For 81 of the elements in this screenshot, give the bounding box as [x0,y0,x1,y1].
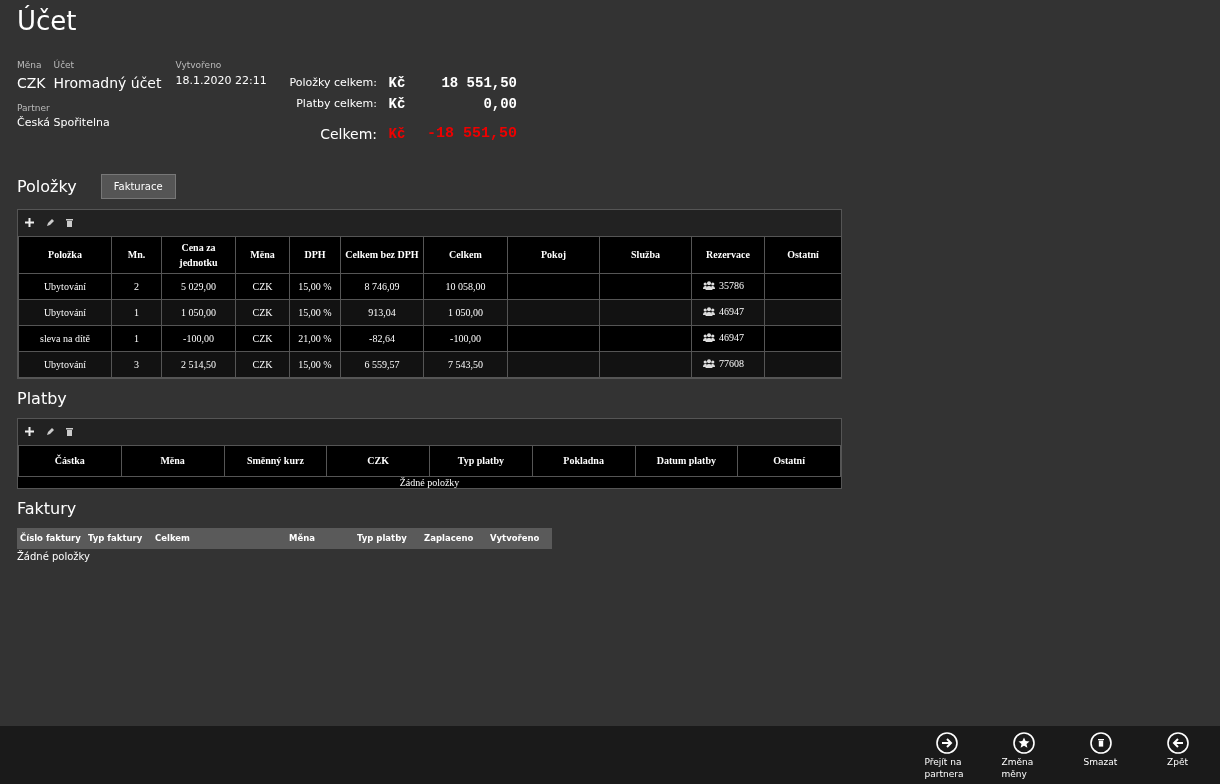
table-cell: 6 559,57 [340,351,424,378]
column-header: Mn. [111,236,162,274]
table-cell: sleva na dítě [18,325,112,352]
add-icon [25,218,34,228]
pencil-icon [46,427,54,436]
table-cell: Ubytování [18,273,112,300]
column-header: Položka [18,236,112,274]
empty-message: Žádné položky [399,476,460,488]
column-header: Celkem bez DPH [340,236,424,274]
field-label: Účet [53,59,76,73]
table-cell: -82,64 [340,325,424,352]
field-label: Měna [17,59,43,73]
trash-icon [1089,732,1112,754]
section-heading: Platby [17,388,68,408]
column-header: Ostatní [764,236,842,274]
column-header: Ostatní [737,445,841,477]
field-value: Česká Spořitelna [17,115,111,132]
total-label: Celkem: [319,124,377,144]
table-cell: 5 029,00 [161,273,236,300]
column-header: Pokoj [507,236,600,274]
column-header: Měna [121,445,224,477]
total-amount: 18 551,50 [440,74,517,94]
people-icon [703,307,715,317]
section-heading: Položky [17,176,77,196]
column-header: Měna [235,236,290,274]
empty-message: Žádné položky [17,550,90,562]
invoicing-button[interactable]: Fakturace [100,173,176,199]
column-header: Rezervace [691,236,765,274]
column-header: Datum platby [635,445,738,477]
currency: Kč [387,74,407,94]
column-header: Pokladna [532,445,635,477]
table-cell: 7 543,50 [423,351,508,378]
column-header: DPH [289,236,341,274]
currency: Kč [387,124,407,144]
column-header: Částka [18,445,122,477]
total-label: Platby celkem: [295,96,377,113]
total-amount: 0,00 [482,95,517,115]
table-cell: Ubytování [18,351,112,378]
table-cell: 913,04 [340,299,424,326]
table-cell: Ubytování [18,299,112,326]
field-value: Hromadný účet [53,73,162,93]
column-header: Číslo faktury [17,528,85,549]
column-header: Směnný kurz [224,445,327,477]
column-header: Celkem [423,236,508,274]
field-value: CZK [17,73,46,93]
app-bar-button[interactable]: Změna měny [985,726,1062,784]
trash-icon [66,218,73,228]
people-icon [703,281,715,291]
total-amount: -18 551,50 [426,124,517,145]
trash-icon [66,427,73,437]
column-header: Typ platby [354,528,421,549]
people-icon [703,333,715,343]
column-header: Služba [599,236,692,274]
column-header: Celkem [152,528,286,549]
column-header: Zaplaceno [421,528,487,549]
table-cell: -100,00 [161,325,236,352]
app-bar-button[interactable]: Zpět [1139,726,1216,784]
column-header: Typ faktury [85,528,152,549]
column-header: Cena za jednotku [161,236,236,274]
app-bar-button[interactable]: Přejít na partnera [908,726,985,784]
section-heading: Faktury [17,498,78,519]
column-header: Měna [286,528,354,549]
field-label: Partner [17,101,51,115]
page-title: Účet [17,6,78,38]
table-cell: 2 514,50 [161,351,236,378]
field-label: Vytvořeno [175,59,223,73]
table-cell: 10 058,00 [423,273,508,300]
add-icon [25,427,34,437]
table-cell: 1 050,00 [423,299,508,326]
column-header: Vytvořeno [487,528,552,549]
table-cell: -100,00 [423,325,508,352]
field-value: 18.1.2020 22:11 [175,72,267,89]
pencil-icon [46,218,54,227]
people-icon [703,359,715,369]
table-cell: 1 050,00 [161,299,236,326]
app-bar-button[interactable]: Smazat [1062,726,1139,784]
column-header: Typ platby [429,445,533,477]
currency: Kč [387,95,407,115]
column-header: CZK [326,445,430,477]
total-label: Položky celkem: [288,75,377,92]
table-cell: 8 746,09 [340,273,424,300]
